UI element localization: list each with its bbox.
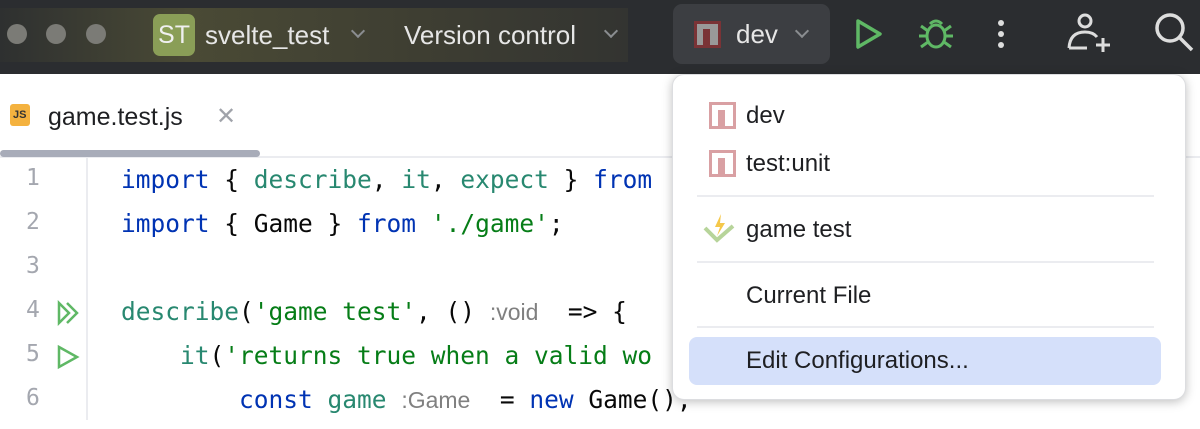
run-icon[interactable]	[852, 14, 886, 54]
code-text: import { Game } from './game';	[121, 209, 564, 238]
code-token: =	[470, 385, 530, 414]
code-token: './game'	[430, 209, 549, 238]
tab-game-test-js[interactable]: game.test.js	[48, 103, 183, 132]
close-tab-icon[interactable]: ✕	[216, 102, 236, 131]
code-token: { Game }	[209, 209, 358, 238]
inlay-type-hint: :void	[489, 299, 539, 325]
menu-item-label: dev	[746, 102, 785, 129]
code-token: const	[239, 385, 313, 414]
code-token: => {	[538, 297, 627, 326]
code-token: ,	[371, 165, 402, 194]
line-number: 5	[26, 341, 40, 367]
js-file-icon: JS	[10, 104, 30, 126]
code-token: 'returns true when a valid wo	[224, 341, 653, 370]
run-config-dropdown: dev test:unit game test Current File Edi…	[672, 74, 1186, 400]
code-token: import	[121, 209, 210, 238]
menu-item-label: Current File	[746, 282, 872, 309]
code-token: {	[209, 165, 254, 194]
menu-item-current-file[interactable]: Current File	[689, 272, 1161, 320]
code-token: expect	[460, 165, 549, 194]
code-token: from	[593, 165, 653, 194]
chevron-down-icon	[794, 23, 810, 39]
inlay-type-hint: :Game	[401, 387, 471, 413]
code-token: , ()	[416, 297, 490, 326]
line-number: 4	[26, 297, 40, 323]
code-token: }	[548, 165, 594, 194]
code-text: describe('game test', () :void => {	[121, 297, 627, 326]
menu-separator	[697, 261, 1154, 263]
window-minimize-button[interactable]	[46, 24, 66, 44]
debug-icon[interactable]	[916, 14, 956, 54]
code-token: describe	[121, 297, 240, 326]
project-badge[interactable]: ST	[153, 14, 195, 56]
npm-icon	[709, 102, 736, 129]
code-token: game	[327, 385, 387, 414]
code-token: from	[357, 209, 417, 238]
code-token: it	[401, 165, 431, 194]
search-icon[interactable]	[1152, 10, 1196, 54]
line-number: 3	[26, 253, 40, 279]
npm-icon	[709, 150, 736, 177]
code-text: import { describe, it, expect } from	[121, 165, 652, 194]
code-token: import	[121, 165, 210, 194]
vcs-widget[interactable]: Version control	[404, 20, 576, 51]
vitest-icon	[703, 214, 735, 243]
menu-item-label: game test	[746, 216, 852, 243]
code-token: ,	[430, 165, 461, 194]
code-token: it	[180, 341, 210, 370]
code-text: it('returns true when a valid wo	[121, 341, 652, 370]
window-maximize-button[interactable]	[86, 24, 106, 44]
run-test-icon[interactable]	[56, 344, 82, 370]
code-text: const game :Game = new Game(),	[121, 385, 692, 414]
code-token: (	[209, 341, 225, 370]
line-number: 2	[26, 209, 40, 235]
menu-item-label: test:unit	[746, 150, 831, 177]
window-close-button[interactable]	[7, 24, 27, 44]
menu-item-label: Edit Configurations...	[746, 347, 969, 374]
menu-item-dev[interactable]: dev	[689, 92, 1161, 140]
code-token: describe	[253, 165, 372, 194]
run-config-label: dev	[736, 19, 778, 49]
more-options-icon[interactable]	[994, 14, 1008, 54]
code-token: 'game test'	[253, 297, 417, 326]
menu-item-test-unit[interactable]: test:unit	[689, 140, 1161, 188]
npm-icon	[694, 21, 721, 48]
project-name[interactable]: svelte_test	[205, 20, 329, 51]
tab-scrollbar[interactable]	[0, 150, 260, 157]
run-config-selector[interactable]: dev	[673, 4, 830, 64]
menu-separator	[697, 195, 1154, 197]
add-user-icon[interactable]	[1065, 10, 1115, 56]
main-toolbar: ST svelte_test Version control dev	[0, 0, 1200, 74]
menu-item-game-test[interactable]: game test	[689, 206, 1161, 254]
menu-separator	[697, 326, 1154, 328]
code-token: ;	[548, 209, 564, 238]
line-number: 6	[26, 385, 40, 411]
code-token: new	[529, 385, 574, 414]
code-token: (	[239, 297, 254, 326]
line-number: 1	[26, 165, 40, 191]
run-all-tests-icon[interactable]	[56, 300, 82, 326]
menu-item-edit-configurations[interactable]: Edit Configurations...	[689, 337, 1161, 385]
